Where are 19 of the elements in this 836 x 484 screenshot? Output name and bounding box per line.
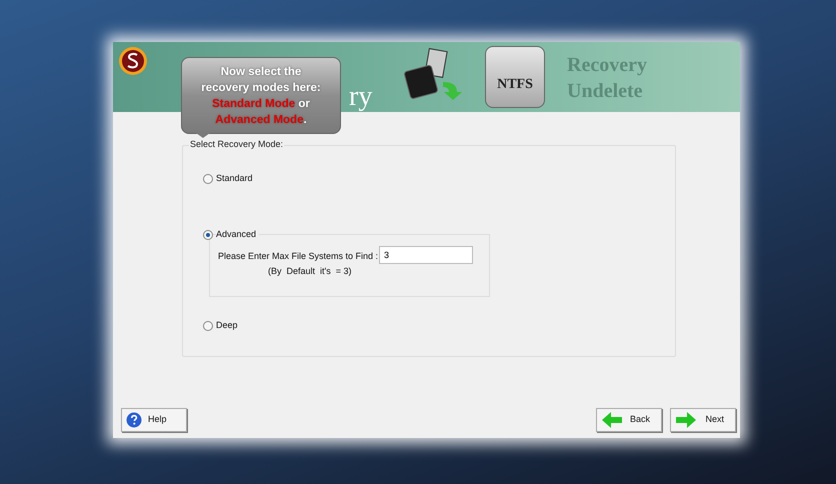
input-field[interactable]: 3	[379, 246, 473, 264]
logo-icon	[118, 46, 148, 76]
default-hint: (By Default it's = 3)	[268, 265, 352, 278]
radio-button[interactable]	[203, 174, 213, 184]
radio-button[interactable]	[203, 320, 213, 331]
help-icon	[126, 412, 142, 428]
back-button[interactable]: Back	[596, 408, 662, 432]
radio-button[interactable]	[203, 230, 213, 240]
help-button[interactable]: Help	[121, 408, 187, 432]
left-arrow-icon	[602, 412, 622, 428]
field-label: Please Enter Max File Systems to Find :	[218, 250, 378, 263]
callout-text: Now select the recovery modes here: Standard Mode or Advanced Mode.	[201, 64, 321, 128]
watermark-title: Recovery	[567, 53, 647, 78]
next-button[interactable]: Next	[670, 408, 736, 432]
right-arrow-icon	[676, 412, 696, 428]
group-legend: Select Recovery Mode:	[189, 138, 284, 152]
ntfs-drive-icon: NTFS	[485, 46, 545, 108]
callout-tail	[196, 133, 210, 138]
product-title: ry	[349, 80, 372, 114]
